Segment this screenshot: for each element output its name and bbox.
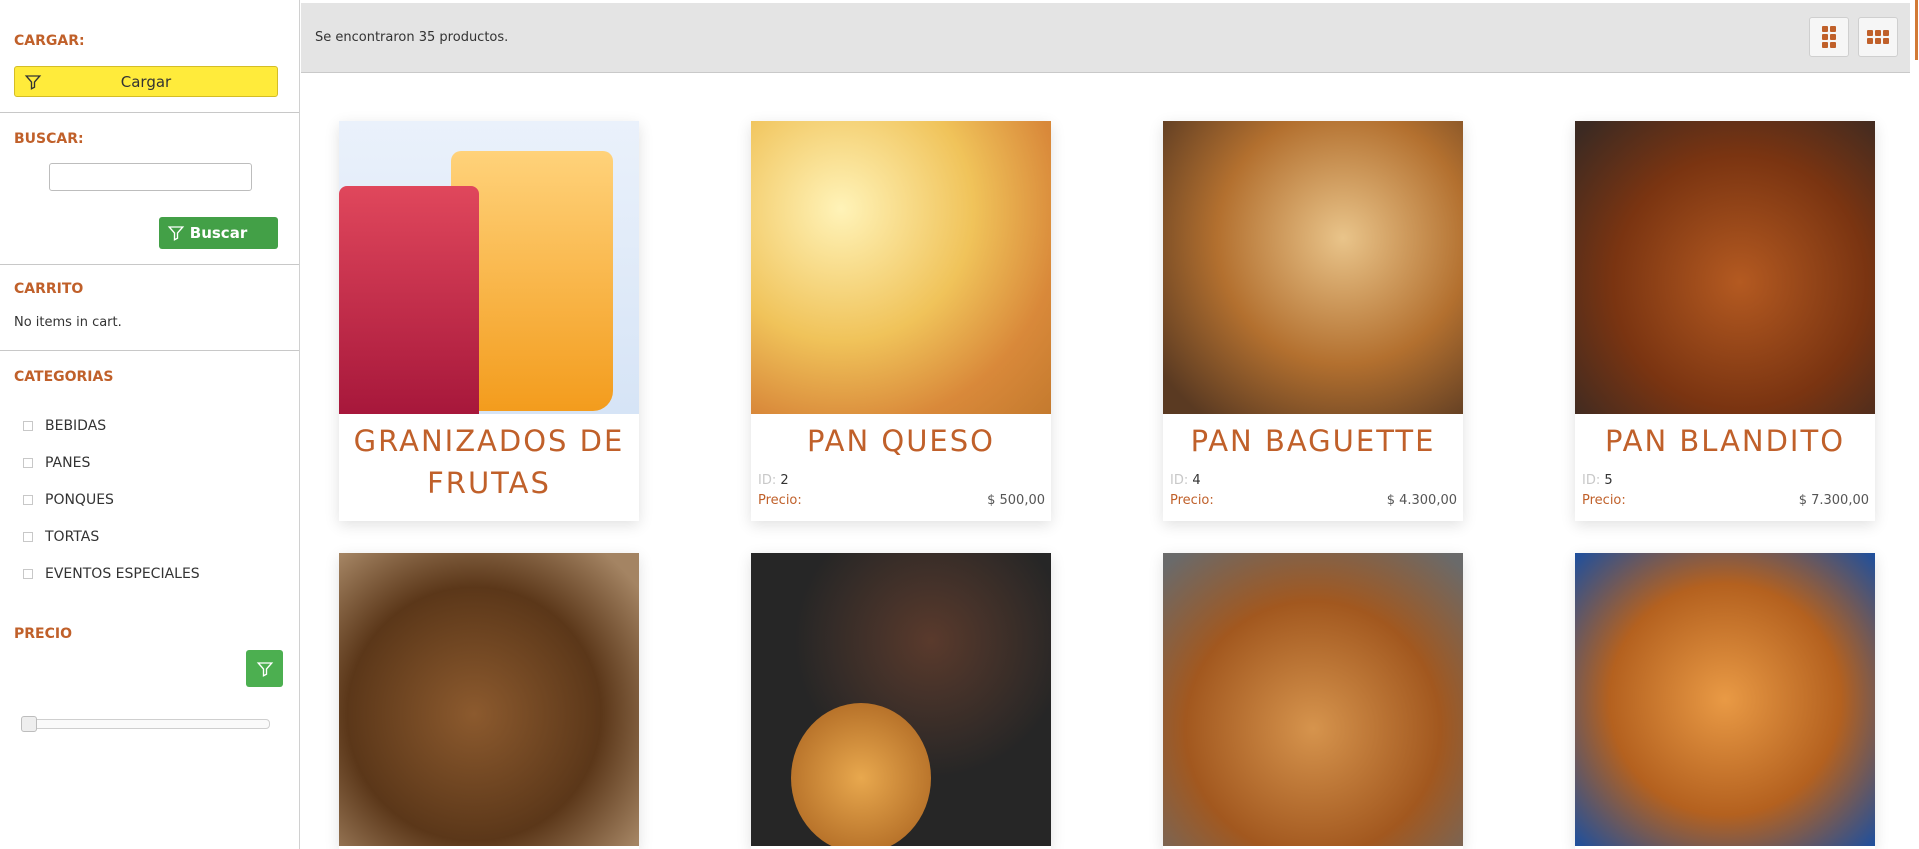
product-price: $ 7.300,00 bbox=[1798, 492, 1869, 508]
product-price: $ 500,00 bbox=[987, 492, 1045, 508]
price-label: Precio: bbox=[1170, 492, 1214, 508]
grid-2-columns-button[interactable] bbox=[1809, 17, 1849, 57]
product-card-pan-blandito[interactable]: PAN BLANDITO ID: 5 Precio: $ 7.300,00 bbox=[1575, 121, 1875, 521]
product-card[interactable] bbox=[339, 553, 639, 849]
price-slider-handle[interactable] bbox=[21, 716, 37, 732]
product-id: 4 bbox=[1192, 472, 1201, 488]
category-label: PONQUES bbox=[45, 491, 114, 508]
buscar-button-label: Buscar bbox=[189, 224, 248, 242]
filter-icon bbox=[24, 75, 42, 90]
product-card[interactable] bbox=[1163, 553, 1463, 849]
filter-icon bbox=[256, 661, 273, 677]
id-label: ID: bbox=[758, 472, 777, 488]
product-price: $ 4.300,00 bbox=[1386, 492, 1457, 508]
cargar-button[interactable]: Cargar bbox=[14, 66, 278, 97]
results-count-text: Se encontraron 35 productos. bbox=[315, 30, 509, 45]
product-card-granizados[interactable]: GRANIZADOS DE FRUTAS bbox=[339, 121, 639, 521]
product-image bbox=[1163, 121, 1463, 414]
cargar-title: CARGAR: bbox=[14, 33, 85, 49]
price-label: Precio: bbox=[758, 492, 802, 508]
product-card-pan-queso[interactable]: PAN QUESO ID: 2 Precio: $ 500,00 bbox=[751, 121, 1051, 521]
grid-2-icon bbox=[1822, 26, 1836, 48]
product-meta: ID: 5 Precio: $ 7.300,00 bbox=[1575, 462, 1875, 510]
product-meta: ID: 4 Precio: $ 4.300,00 bbox=[1163, 462, 1463, 510]
category-label: BEBIDAS bbox=[45, 417, 107, 434]
product-image bbox=[751, 121, 1051, 414]
category-label: PANES bbox=[45, 454, 91, 471]
category-item-tortas[interactable]: TORTAS bbox=[14, 518, 285, 555]
category-item-bebidas[interactable]: BEBIDAS bbox=[14, 407, 285, 444]
sidebar: CARGAR: Cargar BUSCAR: Buscar CARRITO No… bbox=[0, 0, 300, 849]
cart-empty-text: No items in cart. bbox=[14, 315, 122, 330]
category-item-ponques[interactable]: PONQUES bbox=[14, 481, 285, 518]
cargar-section: CARGAR: Cargar bbox=[0, 0, 299, 113]
product-name: PAN QUESO bbox=[807, 424, 995, 458]
buscar-title: BUSCAR: bbox=[14, 131, 84, 147]
product-card[interactable] bbox=[751, 553, 1051, 849]
results-toolbar: Se encontraron 35 productos. bbox=[301, 3, 1910, 73]
category-list: BEBIDAS PANES PONQUES TORTAS EVENTOS ESP… bbox=[14, 407, 285, 592]
filter-icon bbox=[167, 226, 185, 241]
grid-3-columns-button[interactable] bbox=[1858, 17, 1898, 57]
id-label: ID: bbox=[1170, 472, 1189, 488]
category-item-panes[interactable]: PANES bbox=[14, 444, 285, 481]
category-checkbox[interactable] bbox=[23, 494, 33, 505]
product-image bbox=[1575, 121, 1875, 414]
product-image bbox=[751, 553, 1051, 846]
buscar-button[interactable]: Buscar bbox=[159, 217, 278, 249]
category-label: EVENTOS ESPECIALES bbox=[45, 565, 200, 582]
carrito-title: CARRITO bbox=[14, 281, 84, 297]
price-filter-button[interactable] bbox=[246, 650, 283, 687]
product-id: 2 bbox=[780, 472, 789, 488]
category-checkbox[interactable] bbox=[23, 457, 33, 468]
product-image bbox=[339, 553, 639, 846]
categorias-section: CATEGORIAS BEBIDAS PANES PONQUES TORTAS … bbox=[0, 351, 299, 592]
product-card-pan-baguette[interactable]: PAN BAGUETTE ID: 4 Precio: $ 4.300,00 bbox=[1163, 121, 1463, 521]
product-card[interactable] bbox=[1575, 553, 1875, 849]
product-meta: ID: 2 Precio: $ 500,00 bbox=[751, 462, 1051, 510]
category-checkbox[interactable] bbox=[23, 568, 33, 579]
category-checkbox[interactable] bbox=[23, 420, 33, 431]
product-image bbox=[339, 121, 639, 414]
category-label: TORTAS bbox=[45, 528, 100, 545]
grid-3-icon bbox=[1867, 30, 1889, 44]
product-image bbox=[1575, 553, 1875, 846]
product-name: PAN BLANDITO bbox=[1604, 424, 1846, 458]
product-name: GRANIZADOS DE FRUTAS bbox=[353, 424, 625, 500]
price-slider[interactable] bbox=[21, 716, 270, 732]
search-input[interactable] bbox=[49, 163, 252, 191]
categorias-title: CATEGORIAS bbox=[14, 369, 114, 385]
buscar-section: BUSCAR: Buscar bbox=[0, 113, 299, 265]
cargar-button-label: Cargar bbox=[120, 72, 172, 91]
precio-section: PRECIO bbox=[0, 626, 300, 732]
page-edge bbox=[1910, 0, 1919, 849]
product-id: 5 bbox=[1604, 472, 1613, 488]
product-image bbox=[1163, 553, 1463, 846]
product-name: PAN BAGUETTE bbox=[1190, 424, 1436, 458]
carrito-section: CARRITO No items in cart. bbox=[0, 265, 299, 351]
precio-title: PRECIO bbox=[14, 626, 72, 642]
category-checkbox[interactable] bbox=[23, 531, 33, 542]
category-item-eventos-especiales[interactable]: EVENTOS ESPECIALES bbox=[14, 555, 285, 592]
id-label: ID: bbox=[1582, 472, 1601, 488]
price-label: Precio: bbox=[1582, 492, 1626, 508]
